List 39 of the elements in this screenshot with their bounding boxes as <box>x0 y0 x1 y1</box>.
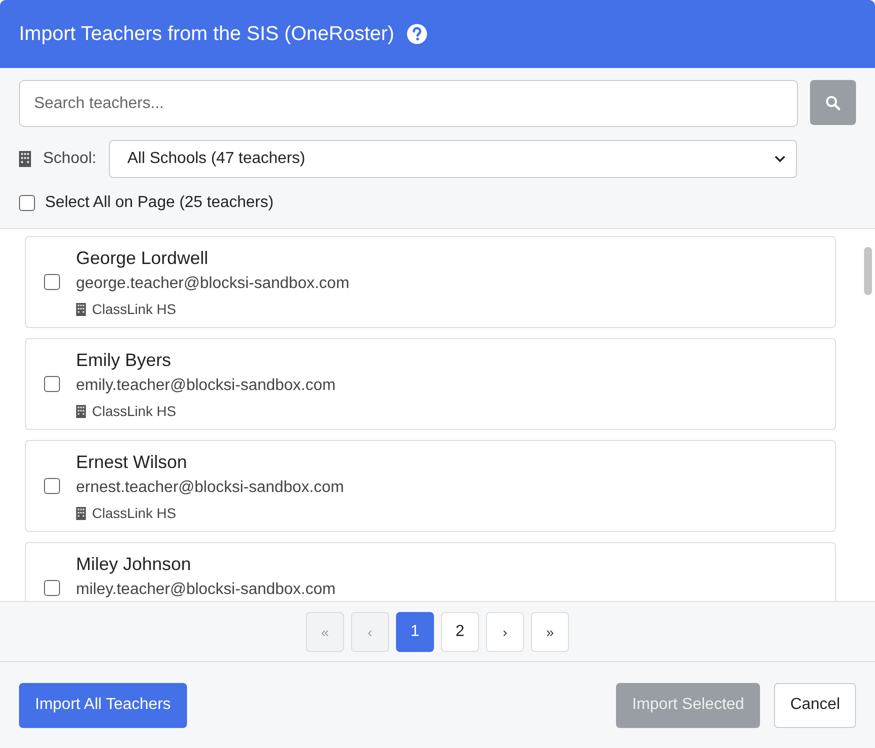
last-page-button[interactable]: » <box>531 612 569 652</box>
select-all-checkbox[interactable] <box>19 195 35 211</box>
select-all-label: Select All on Page (25 teachers) <box>45 194 274 212</box>
teacher-card[interactable]: Ernest Wilson ernest.teacher@blocksi-sandbox.com ClassLink HS <box>25 440 836 532</box>
search-button[interactable] <box>810 80 856 125</box>
page-button[interactable]: 1 <box>396 612 434 652</box>
teacher-checkbox[interactable] <box>44 580 60 596</box>
teacher-email: ernest.teacher@blocksi-sandbox.com <box>76 478 344 498</box>
search-field[interactable]: Search teachers... <box>19 80 798 127</box>
school-label: School: <box>43 150 96 168</box>
teacher-name: Ernest Wilson <box>76 451 188 474</box>
building-icon <box>76 404 86 418</box>
chevron-down-icon <box>774 155 786 163</box>
teacher-card[interactable]: George Lordwell george.teacher@blocksi-sandbox.com ClassLink HS <box>25 236 836 328</box>
teacher-card[interactable]: Emily Byers emily.teacher@blocksi-sandbox.com ClassLink HS <box>25 338 836 430</box>
teacher-email: george.teacher@blocksi-sandbox.com <box>76 274 350 294</box>
teacher-checkbox[interactable] <box>44 376 60 392</box>
teacher-school: ClassLink HS <box>92 301 176 317</box>
scrollbar[interactable] <box>864 247 872 295</box>
import-all-button[interactable]: Import All Teachers <box>19 682 187 728</box>
teacher-school: ClassLink HS <box>92 505 176 521</box>
building-icon <box>76 506 86 520</box>
dialog-title: Import Teachers from the SIS (OneRoster) <box>19 22 394 46</box>
help-icon[interactable] <box>406 23 428 45</box>
next-page-button[interactable]: › <box>486 612 524 652</box>
teacher-name: Emily Byers <box>76 349 172 372</box>
teacher-checkbox[interactable] <box>44 478 60 494</box>
cancel-button[interactable]: Cancel <box>774 682 856 728</box>
building-icon <box>19 151 31 167</box>
building-icon <box>76 302 86 316</box>
teacher-name: Miley Johnson <box>76 553 192 576</box>
school-dropdown[interactable]: All Schools (47 teachers) <box>109 140 797 178</box>
search-icon <box>825 94 841 110</box>
teacher-name: George Lordwell <box>76 247 210 270</box>
teacher-email: miley.teacher@blocksi-sandbox.com <box>76 580 336 600</box>
page-button[interactable]: 2 <box>441 612 479 652</box>
teacher-email: emily.teacher@blocksi-sandbox.com <box>76 376 336 396</box>
teacher-school: ClassLink HS <box>92 403 176 419</box>
teacher-checkbox[interactable] <box>44 274 60 290</box>
